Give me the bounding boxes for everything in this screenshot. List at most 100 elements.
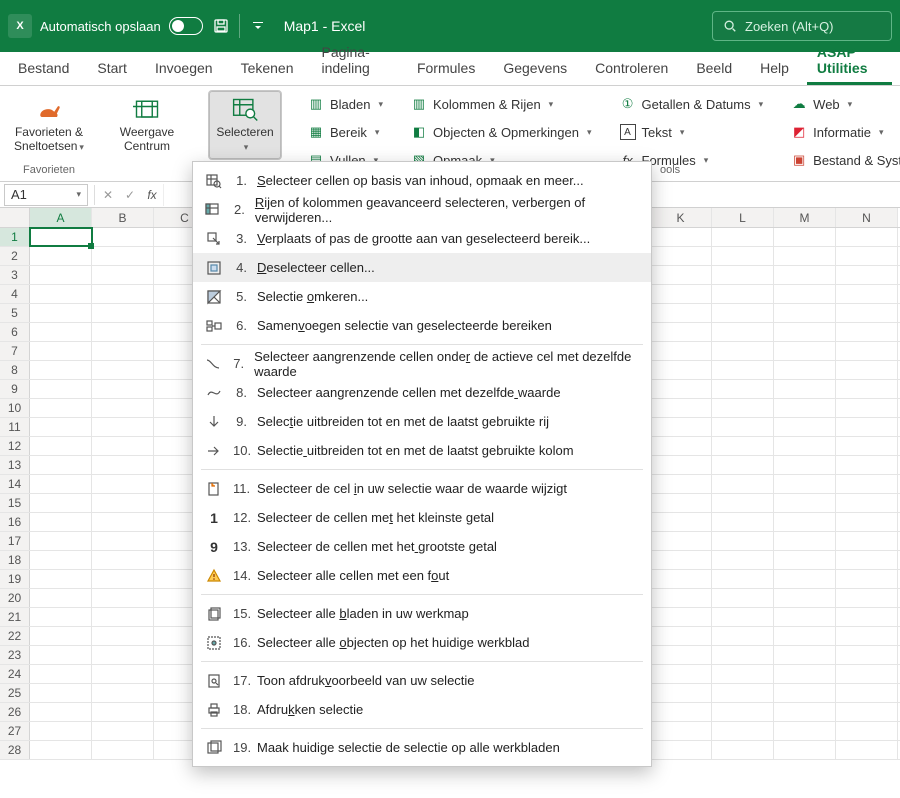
cell[interactable] [30, 399, 92, 417]
cell[interactable] [650, 551, 712, 569]
cell[interactable] [650, 456, 712, 474]
cell[interactable] [650, 589, 712, 607]
cell[interactable] [836, 361, 898, 379]
row-header[interactable]: 23 [0, 646, 30, 664]
cell[interactable] [30, 380, 92, 398]
cell[interactable] [774, 684, 836, 702]
cell[interactable] [836, 323, 898, 341]
cell[interactable] [92, 532, 154, 550]
bladen-button[interactable]: ▥Bladen▾ [304, 92, 387, 116]
row-header[interactable]: 11 [0, 418, 30, 436]
row-header[interactable]: 14 [0, 475, 30, 493]
cell[interactable] [650, 627, 712, 645]
cell[interactable] [836, 437, 898, 455]
cell[interactable] [650, 665, 712, 683]
cell[interactable] [712, 456, 774, 474]
menu-item-4[interactable]: 4.Deselecteer cellen... [193, 253, 651, 282]
search-box[interactable]: Zoeken (Alt+Q) [712, 11, 892, 41]
cell[interactable] [712, 627, 774, 645]
column-header[interactable]: A [30, 208, 92, 227]
web-button[interactable]: ☁Web▾ [787, 92, 900, 116]
confirm-formula-button[interactable]: ✓ [119, 184, 141, 206]
cell[interactable] [30, 228, 92, 246]
cell[interactable] [650, 475, 712, 493]
cell[interactable] [92, 247, 154, 265]
cell[interactable] [774, 266, 836, 284]
cell[interactable] [92, 608, 154, 626]
cell[interactable] [92, 380, 154, 398]
cell[interactable] [650, 228, 712, 246]
cell[interactable] [774, 247, 836, 265]
tab-formules[interactable]: Formules [407, 54, 485, 85]
cell[interactable] [650, 494, 712, 512]
cell[interactable] [650, 703, 712, 721]
cell[interactable] [30, 741, 92, 759]
cell[interactable] [712, 228, 774, 246]
cell[interactable] [92, 323, 154, 341]
cell[interactable] [774, 703, 836, 721]
bereik-button[interactable]: ▦Bereik▾ [304, 120, 387, 144]
row-header[interactable]: 27 [0, 722, 30, 740]
cell[interactable] [30, 304, 92, 322]
tekst-button[interactable]: ATekst▾ [616, 120, 768, 144]
cell[interactable] [92, 342, 154, 360]
cell[interactable] [650, 285, 712, 303]
cell[interactable] [836, 741, 898, 759]
row-header[interactable]: 20 [0, 589, 30, 607]
row-header[interactable]: 4 [0, 285, 30, 303]
autosave-toggle[interactable]: Automatisch opslaan [40, 17, 203, 35]
getallen-datums-button[interactable]: ①Getallen & Datums▾ [616, 92, 768, 116]
cell[interactable] [836, 285, 898, 303]
row-header[interactable]: 12 [0, 437, 30, 455]
cell[interactable] [774, 722, 836, 740]
cell[interactable] [836, 418, 898, 436]
row-header[interactable]: 16 [0, 513, 30, 531]
row-header[interactable]: 1 [0, 228, 30, 246]
menu-item-15[interactable]: 15.Selecteer alle bladen in uw werkmap [193, 599, 651, 628]
cell[interactable] [712, 418, 774, 436]
row-header[interactable]: 25 [0, 684, 30, 702]
column-header[interactable]: L [712, 208, 774, 227]
cell[interactable] [30, 456, 92, 474]
column-header[interactable]: M [774, 208, 836, 227]
menu-item-16[interactable]: 16.Selecteer alle objecten op het huidig… [193, 628, 651, 657]
cell[interactable] [650, 361, 712, 379]
menu-item-3[interactable]: 3.Verplaats of pas de grootte aan van ge… [193, 224, 651, 253]
cell[interactable] [712, 532, 774, 550]
toggle-off-icon[interactable] [169, 17, 203, 35]
informatie-button[interactable]: ◩Informatie▾ [787, 120, 900, 144]
cell[interactable] [712, 570, 774, 588]
cell[interactable] [836, 342, 898, 360]
cell[interactable] [712, 304, 774, 322]
cell[interactable] [836, 475, 898, 493]
cell[interactable] [774, 228, 836, 246]
cell[interactable] [712, 665, 774, 683]
cell[interactable] [92, 684, 154, 702]
tab-pagina-indeling[interactable]: Pagina-indeling [312, 38, 399, 85]
fx-button[interactable]: fx [141, 184, 163, 206]
tab-bestand[interactable]: Bestand [8, 54, 79, 85]
tab-help[interactable]: Help [750, 54, 799, 85]
cell[interactable] [774, 494, 836, 512]
cell[interactable] [712, 551, 774, 569]
cell[interactable] [30, 684, 92, 702]
tab-tekenen[interactable]: Tekenen [231, 54, 304, 85]
cell[interactable] [30, 703, 92, 721]
cell[interactable] [650, 608, 712, 626]
tab-invoegen[interactable]: Invoegen [145, 54, 223, 85]
cell[interactable] [30, 665, 92, 683]
cell[interactable] [30, 646, 92, 664]
cell[interactable] [774, 741, 836, 759]
cell[interactable] [774, 475, 836, 493]
cell[interactable] [92, 399, 154, 417]
menu-item-7[interactable]: 7.Selecteer aangrenzende cellen onder de… [193, 349, 651, 378]
cell[interactable] [774, 456, 836, 474]
cell[interactable] [650, 399, 712, 417]
selecteren-button[interactable]: Selecteren▾ [208, 90, 282, 160]
cell[interactable] [774, 323, 836, 341]
cell[interactable] [774, 437, 836, 455]
cell[interactable] [30, 475, 92, 493]
cell[interactable] [92, 589, 154, 607]
cell[interactable] [712, 361, 774, 379]
menu-item-11[interactable]: 11.Selecteer de cel in uw selectie waar … [193, 474, 651, 503]
